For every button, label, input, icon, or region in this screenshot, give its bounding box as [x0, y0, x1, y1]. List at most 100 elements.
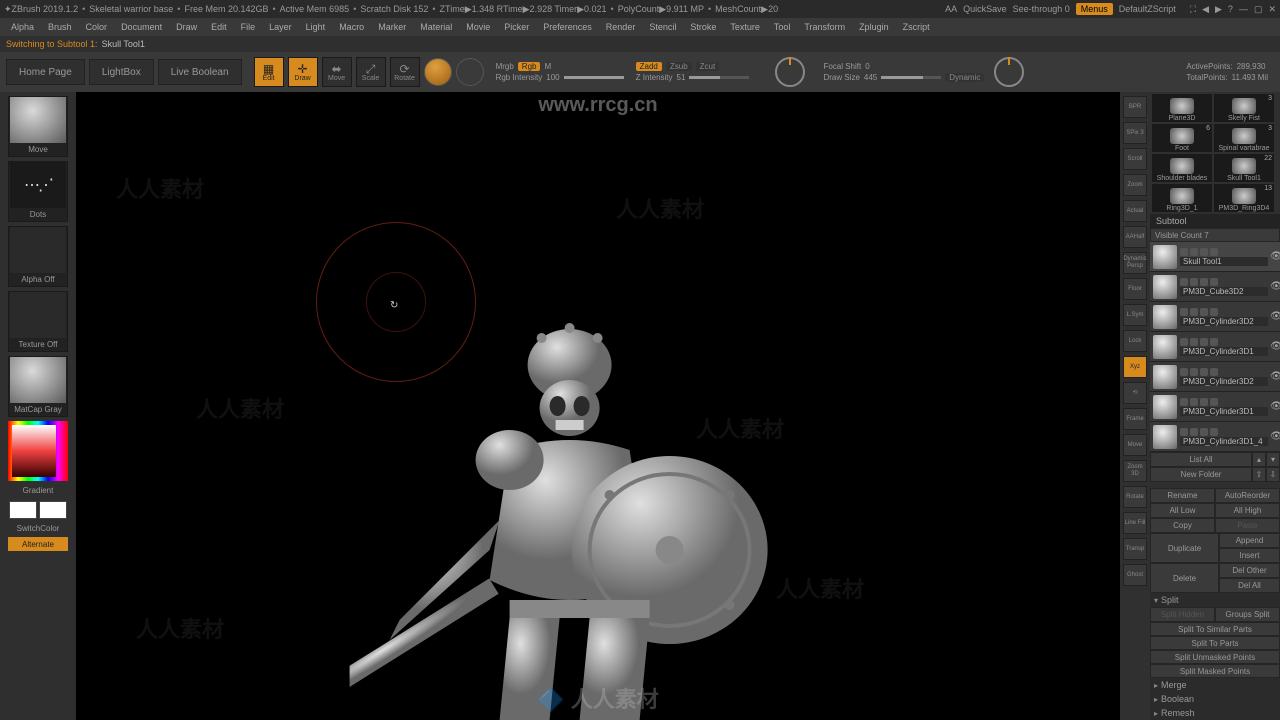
menu-preferences[interactable]: Preferences — [536, 22, 599, 32]
rgb-intensity-slider[interactable] — [564, 76, 624, 79]
zsub-toggle[interactable]: Zsub — [666, 62, 692, 71]
subtool-row[interactable]: PM3D_Cylinder3D2👁 — [1150, 362, 1280, 392]
list-all-button[interactable]: List All — [1150, 452, 1252, 467]
menu-render[interactable]: Render — [599, 22, 643, 32]
switchcolor-button[interactable]: SwitchColor — [17, 524, 60, 533]
rename-button[interactable]: Rename — [1150, 488, 1215, 503]
menu-tool[interactable]: Tool — [767, 22, 798, 32]
menu-stencil[interactable]: Stencil — [642, 22, 683, 32]
menu-macro[interactable]: Macro — [332, 22, 371, 32]
rightbar-l.sym[interactable]: L.Sym — [1123, 304, 1147, 326]
remesh-section[interactable]: Remesh — [1150, 706, 1280, 720]
maximize-icon[interactable]: ▢ — [1254, 4, 1263, 15]
del-other-button[interactable]: Del Other — [1219, 563, 1280, 578]
rightbar-⟲[interactable]: ⟲ — [1123, 382, 1147, 404]
menu-brush[interactable]: Brush — [41, 22, 79, 32]
subtool-row[interactable]: PM3D_Cube3D2👁 — [1150, 272, 1280, 302]
rotate-tool[interactable]: ⟳Rotate — [390, 57, 420, 87]
rightbar-ghost[interactable]: Ghost — [1123, 564, 1147, 586]
default-zscript[interactable]: DefaultZScript — [1119, 4, 1176, 14]
minimize-icon[interactable]: — — [1239, 4, 1248, 15]
home-page-button[interactable]: Home Page — [6, 59, 85, 85]
menu-stroke[interactable]: Stroke — [683, 22, 723, 32]
gyro2-icon[interactable] — [456, 58, 484, 86]
rightbar-frame[interactable]: Frame — [1123, 408, 1147, 430]
rightbar-floor[interactable]: Floor — [1123, 278, 1147, 300]
focal-dial[interactable] — [775, 57, 805, 87]
rightbar-zoom[interactable]: Zoom — [1123, 174, 1147, 196]
rightbar-lock[interactable]: Lock — [1123, 330, 1147, 352]
tool-thumb[interactable]: 3Skelly Fist — [1214, 94, 1274, 122]
menu-marker[interactable]: Marker — [371, 22, 413, 32]
rightbar-rotate[interactable]: Rotate — [1123, 486, 1147, 508]
menu-color[interactable]: Color — [79, 22, 115, 32]
split-hidden-button[interactable]: Split Hidden — [1150, 607, 1215, 622]
up-icon[interactable]: ▴ — [1252, 452, 1266, 467]
rightbar-aahalf[interactable]: AAHalf — [1123, 226, 1147, 248]
menu-light[interactable]: Light — [299, 22, 333, 32]
menu-file[interactable]: File — [234, 22, 263, 32]
tool-thumb[interactable]: 6Foot — [1152, 124, 1212, 152]
delete-button[interactable]: Delete — [1150, 563, 1219, 593]
groups-split-button[interactable]: Groups Split — [1215, 607, 1280, 622]
stroke-slot[interactable]: ⋯⋰Dots — [8, 161, 68, 222]
rightbar-dynamic-persp[interactable]: Dynamic Persp — [1123, 252, 1147, 274]
zcut-toggle[interactable]: Zcut — [696, 62, 720, 71]
split-similar-button[interactable]: Split To Similar Parts — [1150, 622, 1280, 636]
edit-tool[interactable]: ▦Edit — [254, 57, 284, 87]
gradient-label[interactable]: Gradient — [23, 486, 54, 495]
all-high-button[interactable]: All High — [1215, 503, 1280, 518]
menu-zscript[interactable]: Zscript — [896, 22, 937, 32]
rgb-toggle[interactable]: Rgb — [518, 62, 541, 71]
mrgb-label[interactable]: Mrgb — [496, 62, 514, 71]
tool-thumb[interactable]: Ring3D_1 — [1152, 184, 1212, 212]
menu-document[interactable]: Document — [114, 22, 169, 32]
aa-toggle[interactable]: AA — [945, 4, 957, 14]
rightbar-bpr[interactable]: BPR — [1123, 96, 1147, 118]
rightbar-move[interactable]: Move — [1123, 434, 1147, 456]
menu-layer[interactable]: Layer — [262, 22, 299, 32]
split-parts-button[interactable]: Split To Parts — [1150, 636, 1280, 650]
prev-icon[interactable]: ◀ — [1202, 4, 1209, 15]
split-section[interactable]: Split — [1150, 593, 1280, 607]
menu-movie[interactable]: Movie — [459, 22, 497, 32]
rightbar-scroll[interactable]: Scroll — [1123, 148, 1147, 170]
gyro-icon[interactable] — [424, 58, 452, 86]
alpha-slot[interactable]: Alpha Off — [8, 226, 68, 287]
all-low-button[interactable]: All Low — [1150, 503, 1215, 518]
insert-button[interactable]: Insert — [1219, 548, 1280, 563]
rightbar-spix-3[interactable]: SPix 3 — [1123, 122, 1147, 144]
help-icon[interactable]: ? — [1228, 4, 1233, 15]
menu-picker[interactable]: Picker — [497, 22, 536, 32]
menu-draw[interactable]: Draw — [169, 22, 204, 32]
m-toggle[interactable]: M — [544, 62, 551, 71]
subtool-row[interactable]: PM3D_Cylinder3D1_4👁 — [1150, 422, 1280, 452]
down-icon[interactable]: ▾ — [1266, 452, 1280, 467]
color-swatches[interactable] — [9, 501, 67, 519]
menu-texture[interactable]: Texture — [723, 22, 767, 32]
tool-thumb[interactable]: Shoulder blades — [1152, 154, 1212, 182]
paste-button[interactable]: Paste — [1215, 518, 1280, 533]
zintensity-slider[interactable] — [689, 76, 749, 79]
append-button[interactable]: Append — [1219, 533, 1280, 548]
subtool-row[interactable]: PM3D_Cylinder3D1👁 — [1150, 332, 1280, 362]
menu-transform[interactable]: Transform — [797, 22, 852, 32]
material-slot[interactable]: MatCap Gray — [8, 356, 68, 417]
menu-alpha[interactable]: Alpha — [4, 22, 41, 32]
draw-dial[interactable] — [994, 57, 1024, 87]
del-all-button[interactable]: Del All — [1219, 578, 1280, 593]
menu-material[interactable]: Material — [413, 22, 459, 32]
draw-tool[interactable]: ✛Draw — [288, 57, 318, 87]
rightbar-line-fill[interactable]: Line Fill — [1123, 512, 1147, 534]
menu-edit[interactable]: Edit — [204, 22, 234, 32]
seethrough-slider[interactable]: See-through 0 — [1013, 4, 1070, 14]
tool-thumb[interactable]: 13PM3D_Ring3D4 — [1214, 184, 1274, 212]
close-icon[interactable]: ✕ — [1268, 4, 1276, 15]
color-picker[interactable] — [8, 421, 68, 481]
tool-thumb[interactable]: 22Skull Tool1 — [1214, 154, 1274, 182]
move-tool[interactable]: ⬌Move — [322, 57, 352, 87]
boolean-section[interactable]: Boolean — [1150, 692, 1280, 706]
lightbox-button[interactable]: LightBox — [89, 59, 154, 85]
copy-button[interactable]: Copy — [1150, 518, 1215, 533]
new-folder-button[interactable]: New Folder — [1150, 467, 1252, 482]
